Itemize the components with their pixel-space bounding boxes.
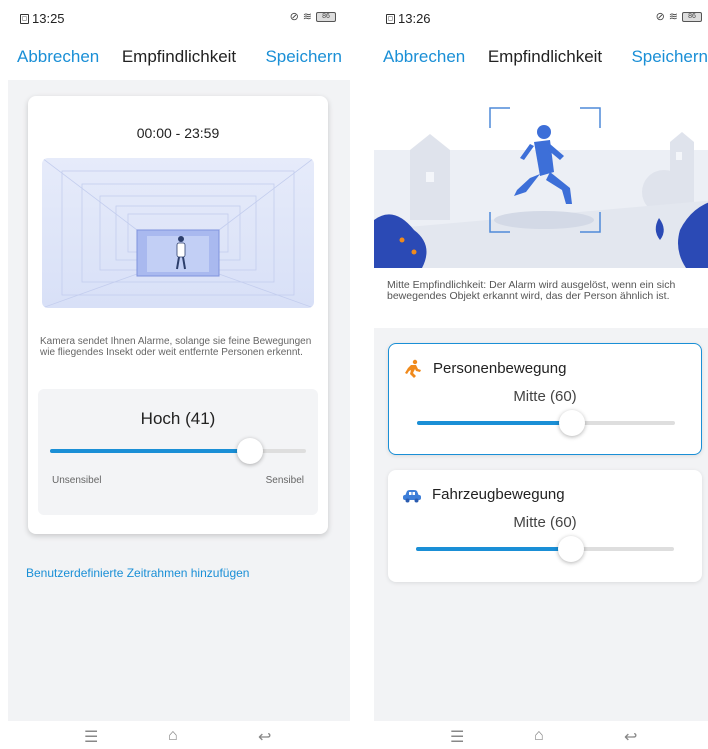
slider-fill xyxy=(416,547,571,551)
menu-icon[interactable]: ☰ xyxy=(84,727,98,747)
slider-thumb[interactable] xyxy=(557,536,584,562)
sensitivity-illustration xyxy=(42,158,314,308)
wifi-icon: ≋ xyxy=(668,11,678,23)
mute-icon: ⊘ xyxy=(655,11,665,23)
slider-thumb[interactable] xyxy=(236,438,263,464)
menu-icon[interactable]: ☰ xyxy=(450,727,464,747)
status-bar: ▢ 13:25 ⊘ ≋ 86 xyxy=(8,0,350,36)
vehicle-motion-value: Mitte (60) xyxy=(513,514,577,531)
sensitivity-description: Kamera sendet Ihnen Alarme, solange sie … xyxy=(40,336,312,358)
person-motion-title: Personenbewegung xyxy=(433,360,567,377)
save-button[interactable]: Speichern xyxy=(631,47,708,67)
schedule-card: 00:00 - 23:59 Kamera sendet Ihnen Alarme… xyxy=(28,96,328,534)
time-range[interactable]: 00:00 - 23:59 xyxy=(28,125,328,141)
max-label: Sensibel xyxy=(265,475,304,486)
sensitivity-slider[interactable] xyxy=(50,438,306,464)
back-icon[interactable]: ↩ xyxy=(258,727,271,747)
running-person-icon xyxy=(405,359,421,378)
person-motion-card[interactable]: Personenbewegung Mitte (60) xyxy=(388,343,702,455)
slider-fill xyxy=(50,449,250,453)
status-time: 13:26 xyxy=(398,11,431,26)
min-label: Unsensibel xyxy=(52,475,102,486)
mode-description: Mitte Empfindlichkeit: Der Alarm wird au… xyxy=(374,268,708,328)
save-button[interactable]: Speichern xyxy=(265,47,342,67)
notification-icon: ▢ xyxy=(386,13,395,24)
person-motion-slider[interactable] xyxy=(417,410,675,436)
running-person-illustration xyxy=(374,80,708,268)
vehicle-motion-title: Fahrzeugbewegung xyxy=(432,486,565,503)
right-screen: ▢ 13:26 ⊘ ≋ 86 Abbrechen Empfindlichkeit … xyxy=(374,0,708,749)
notification-icon: ▢ xyxy=(20,13,29,24)
sensitivity-panel: Hoch (41) Unsensibel Sensibel xyxy=(38,389,318,515)
add-custom-timeframe-link[interactable]: Benutzerdefinierte Zeitrahmen hinzufügen xyxy=(26,566,249,580)
left-screen: ▢ 13:25 ⊘ ≋ 86 Abbrechen Empfindlichkeit … xyxy=(8,0,350,749)
nav-bar: Abbrechen Empfindlichkeit Speichern xyxy=(8,36,350,80)
system-nav-bar: ☰ ⌂ ↩ xyxy=(374,721,708,749)
vehicle-motion-card[interactable]: Fahrzeugbewegung Mitte (60) xyxy=(388,470,702,582)
cancel-button[interactable]: Abbrechen xyxy=(17,47,99,67)
slider-fill xyxy=(417,421,572,425)
sensitivity-level-label: Hoch (41) xyxy=(140,409,216,428)
status-bar: ▢ 13:26 ⊘ ≋ 86 xyxy=(374,0,708,36)
battery-icon: 86 xyxy=(682,11,702,22)
vehicle-motion-slider[interactable] xyxy=(416,536,674,562)
person-motion-value: Mitte (60) xyxy=(513,388,577,405)
slider-thumb[interactable] xyxy=(558,410,585,436)
status-time: 13:25 xyxy=(32,11,65,26)
car-icon xyxy=(403,490,421,503)
wifi-icon: ≋ xyxy=(302,11,312,23)
home-icon[interactable]: ⌂ xyxy=(534,727,544,745)
system-nav-bar: ☰ ⌂ ↩ xyxy=(8,721,350,749)
back-icon[interactable]: ↩ xyxy=(624,727,637,747)
mute-icon: ⊘ xyxy=(289,11,299,23)
battery-icon: 86 xyxy=(316,11,336,22)
nav-bar: Abbrechen Empfindlichkeit Speichern xyxy=(374,36,708,80)
cancel-button[interactable]: Abbrechen xyxy=(383,47,465,67)
home-icon[interactable]: ⌂ xyxy=(168,727,178,745)
corridor-illustration xyxy=(42,158,314,308)
motion-illustration xyxy=(374,80,708,268)
